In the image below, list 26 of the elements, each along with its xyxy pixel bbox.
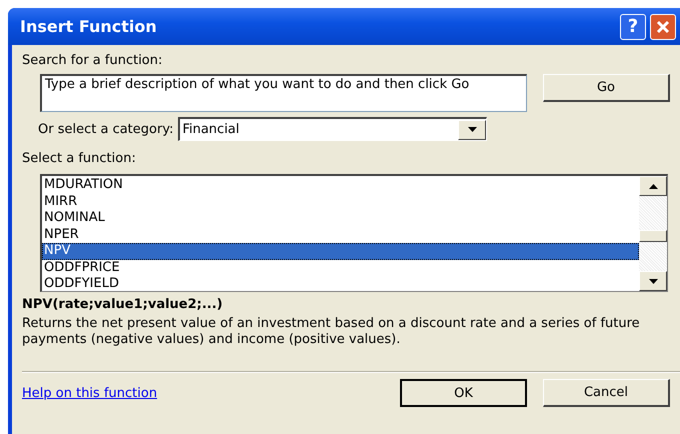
function-item[interactable]: ODDFPRICE xyxy=(42,260,639,276)
scroll-up-icon[interactable] xyxy=(639,176,667,196)
function-signature: NPV(rate;value1;value2;...) xyxy=(22,297,224,312)
category-label: Or select a category: xyxy=(38,122,174,136)
close-icon xyxy=(655,18,671,34)
scroll-thumb[interactable] xyxy=(639,230,667,242)
function-item[interactable]: NPER xyxy=(42,226,639,243)
function-item[interactable]: ODDFYIELD xyxy=(42,276,639,292)
go-button[interactable]: Go xyxy=(543,74,670,102)
function-item[interactable]: NOMINAL xyxy=(42,210,639,226)
scrollbar[interactable] xyxy=(639,176,667,291)
function-list-label: Select a function: xyxy=(22,151,137,166)
help-link[interactable]: Help on this function xyxy=(22,386,158,400)
function-description: Returns the net present value of an investment based on a discount rate and a series of future payments (negative values) and income (positive values). xyxy=(22,316,641,348)
cancel-button[interactable]: Cancel xyxy=(543,379,670,407)
help-button[interactable]: ? xyxy=(620,14,646,40)
category-dropdown[interactable]: Financial xyxy=(178,117,488,141)
function-item[interactable]: NPV xyxy=(42,243,639,260)
search-label: Search for a function: xyxy=(22,53,164,68)
scroll-down-icon[interactable] xyxy=(639,271,667,291)
function-item[interactable]: MDURATION xyxy=(42,177,639,194)
window-title: Insert Function xyxy=(20,17,158,36)
search-field[interactable]: Type a brief description of what you want to do and then click Go xyxy=(40,74,527,112)
close-button[interactable] xyxy=(650,14,676,40)
function-item[interactable]: MIRR xyxy=(42,194,639,210)
ok-button[interactable]: OK xyxy=(400,379,527,407)
